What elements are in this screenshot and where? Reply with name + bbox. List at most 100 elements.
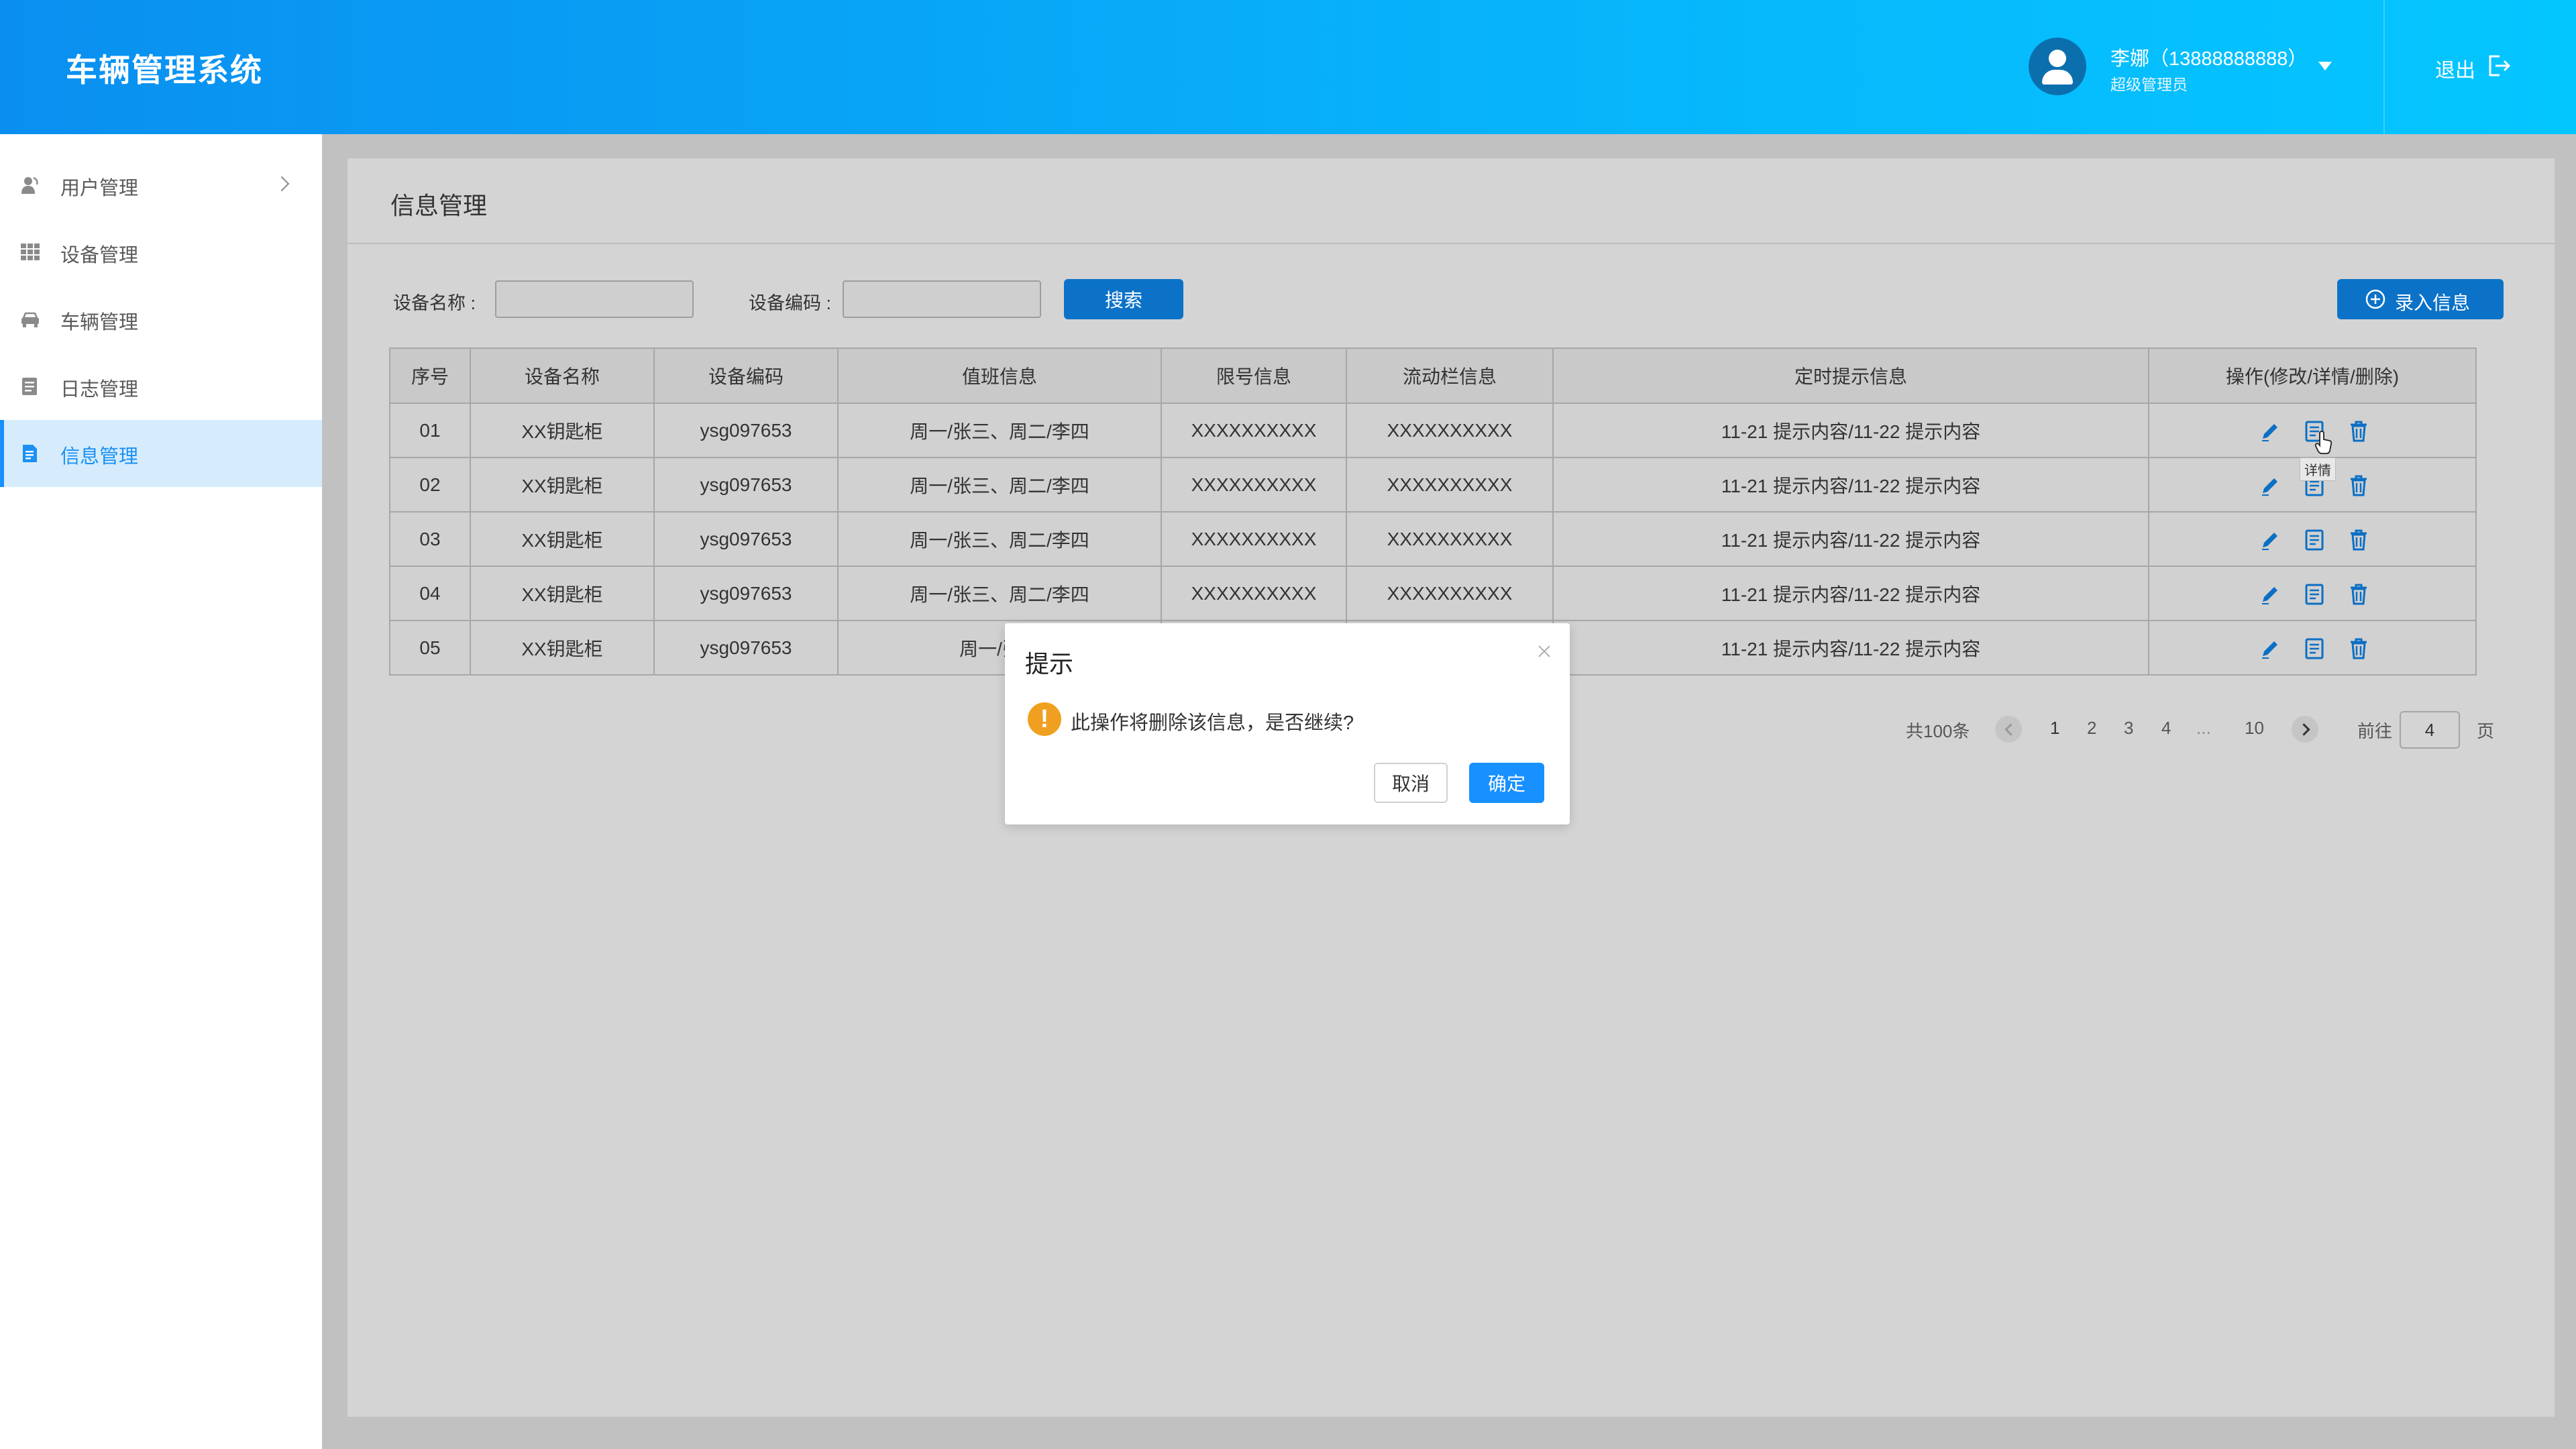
table-cell: ysg097653 — [653, 457, 839, 513]
document-icon — [23, 445, 37, 462]
delete-icon[interactable] — [2348, 474, 2369, 497]
device-code-input[interactable] — [843, 280, 1041, 318]
column-header: 设备名称 — [470, 347, 655, 404]
delete-icon[interactable] — [2348, 420, 2369, 443]
column-header: 设备编码 — [653, 347, 839, 404]
table-cell: XXXXXXXXXX — [1161, 511, 1347, 567]
user-name[interactable]: 李娜（13888888888） — [2110, 43, 2307, 71]
top-header: 车辆管理系统 李娜（13888888888） 超级管理员 退出 — [0, 0, 2576, 134]
search-button[interactable]: 搜索 — [1064, 279, 1183, 319]
actions-cell: 详情 — [2148, 402, 2477, 481]
warning-icon: ! — [1028, 702, 1061, 736]
next-page-icon[interactable] — [2292, 716, 2318, 743]
table-cell: XXXXXXXXXX — [1346, 511, 1554, 567]
goto-page-input[interactable]: 4 — [2400, 711, 2460, 749]
detail-tooltip: 详情 — [2300, 458, 2336, 481]
delete-icon[interactable] — [2348, 637, 2369, 660]
detail-icon[interactable] — [2304, 529, 2325, 551]
table-row: 02 XX钥匙柜 ysg097653 周一/张三、周二/李四 XXXXXXXXXX XXX… — [389, 457, 2477, 513]
dialog-message: 此操作将删除该信息，是否继续? — [1071, 712, 1354, 734]
table-cell: XX钥匙柜 — [470, 402, 655, 458]
table-cell: 11-21 提示内容/11-22 提示内容 — [1552, 457, 2149, 513]
user-icon — [21, 176, 38, 194]
table-cell: XXXXXXXXXX — [1161, 566, 1347, 621]
caret-down-icon[interactable] — [2318, 62, 2332, 70]
device-name-label: 设备名称 : — [393, 293, 476, 313]
table-cell: ysg097653 — [653, 620, 839, 676]
table-cell: 周一/张三、周二/李四 — [837, 402, 1162, 458]
table-cell: 11-21 提示内容/11-22 提示内容 — [1552, 402, 2149, 458]
sidebar-item-info[interactable]: 信息管理 — [0, 420, 322, 487]
app-title: 车辆管理系统 — [66, 52, 263, 88]
actions-cell — [2148, 566, 2477, 621]
table-cell: 11-21 提示内容/11-22 提示内容 — [1552, 620, 2149, 676]
edit-icon[interactable] — [2259, 637, 2281, 660]
table-cell: ysg097653 — [653, 566, 839, 621]
table-row: 01 XX钥匙柜 ysg097653 周一/张三、周二/李四 XXXXXXXXXX XXX… — [389, 402, 2477, 481]
sidebar-item-logs[interactable]: 日志管理 — [0, 353, 322, 420]
column-header: 限号信息 — [1161, 347, 1347, 404]
add-info-label: 录入信息 — [2395, 292, 2471, 313]
edit-icon[interactable] — [2259, 529, 2281, 551]
logout-icon[interactable] — [2485, 52, 2512, 79]
edit-icon[interactable] — [2259, 420, 2281, 443]
table-cell: XXXXXXXXXX — [1161, 402, 1347, 458]
cancel-button[interactable]: 取消 — [1374, 763, 1448, 803]
table-row: 03 XX钥匙柜 ysg097653 周一/张三、周二/李四 XXXXXXXXXX XXX… — [389, 511, 2477, 567]
user-role: 超级管理员 — [2110, 76, 2188, 93]
close-icon[interactable] — [1535, 642, 1554, 661]
table-cell: 周一/张三、周二/李四 — [837, 566, 1162, 621]
sidebar-item-devices[interactable]: 设备管理 — [0, 219, 322, 286]
detail-icon[interactable] — [2304, 637, 2325, 660]
detail-icon[interactable] — [2304, 583, 2325, 606]
prev-page-icon[interactable] — [1995, 716, 2022, 743]
sidebar-item-vehicles[interactable]: 车辆管理 — [0, 286, 322, 353]
table-cell: XXXXXXXXXX — [1346, 566, 1554, 621]
pagination-total: 共100条 — [1906, 721, 1970, 741]
table-header-row: 序号 设备名称 设备编码 值班信息 限号信息 流动栏信息 定时提示信息 操作(修… — [389, 347, 2477, 404]
table-cell: XX钥匙柜 — [470, 566, 655, 621]
page-number[interactable]: 1 — [2050, 718, 2059, 739]
divider — [347, 243, 2555, 244]
header-divider — [2383, 0, 2385, 134]
sidebar-item-label: 车辆管理 — [60, 312, 139, 333]
delete-icon[interactable] — [2348, 529, 2369, 551]
user-avatar-icon[interactable] — [2029, 38, 2086, 95]
plus-circle-icon — [2365, 289, 2385, 309]
sidebar-item-label: 日志管理 — [60, 379, 139, 400]
table-cell: ysg097653 — [653, 402, 839, 458]
column-header: 流动栏信息 — [1346, 347, 1554, 404]
page-number[interactable]: 10 — [2245, 718, 2264, 739]
sidebar-item-label: 设备管理 — [60, 245, 139, 266]
table-cell: 03 — [389, 511, 471, 567]
table-cell: 周一/张三、周二/李四 — [837, 457, 1162, 513]
confirm-dialog: 提示 ! 此操作将删除该信息，是否继续? 取消 确定 — [1005, 623, 1570, 824]
sidebar-item-users[interactable]: 用户管理 — [0, 152, 322, 219]
table-cell: 周一/张三、周二/李四 — [837, 511, 1162, 567]
device-code-label: 设备编码 : — [749, 293, 832, 313]
page-ellipsis[interactable]: ... — [2196, 718, 2211, 739]
hand-cursor-icon — [2314, 431, 2332, 454]
device-name-input[interactable] — [495, 280, 694, 318]
sidebar-item-label: 用户管理 — [60, 178, 139, 199]
logout-button[interactable]: 退出 — [2435, 54, 2475, 83]
page-number[interactable]: 4 — [2161, 718, 2171, 739]
actions-cell — [2148, 511, 2477, 567]
table-cell: XXXXXXXXXX — [1346, 457, 1554, 513]
page-suffix: 页 — [2477, 721, 2495, 741]
page-number[interactable]: 3 — [2124, 718, 2133, 739]
table-row: 04 XX钥匙柜 ysg097653 周一/张三、周二/李四 XXXXXXXXXX XXX… — [389, 566, 2477, 621]
table-cell: XX钥匙柜 — [470, 511, 655, 567]
confirm-button[interactable]: 确定 — [1469, 763, 1544, 803]
edit-icon[interactable] — [2259, 583, 2281, 606]
grid-icon — [21, 244, 40, 260]
delete-icon[interactable] — [2348, 583, 2369, 606]
edit-icon[interactable] — [2259, 474, 2281, 497]
page-title: 信息管理 — [390, 192, 488, 219]
table-cell: ysg097653 — [653, 511, 839, 567]
add-info-button[interactable]: 录入信息 — [2337, 279, 2504, 319]
page-number[interactable]: 2 — [2087, 718, 2096, 739]
table-cell: 01 — [389, 402, 471, 458]
table-cell: 11-21 提示内容/11-22 提示内容 — [1552, 511, 2149, 567]
table-cell: 02 — [389, 457, 471, 513]
